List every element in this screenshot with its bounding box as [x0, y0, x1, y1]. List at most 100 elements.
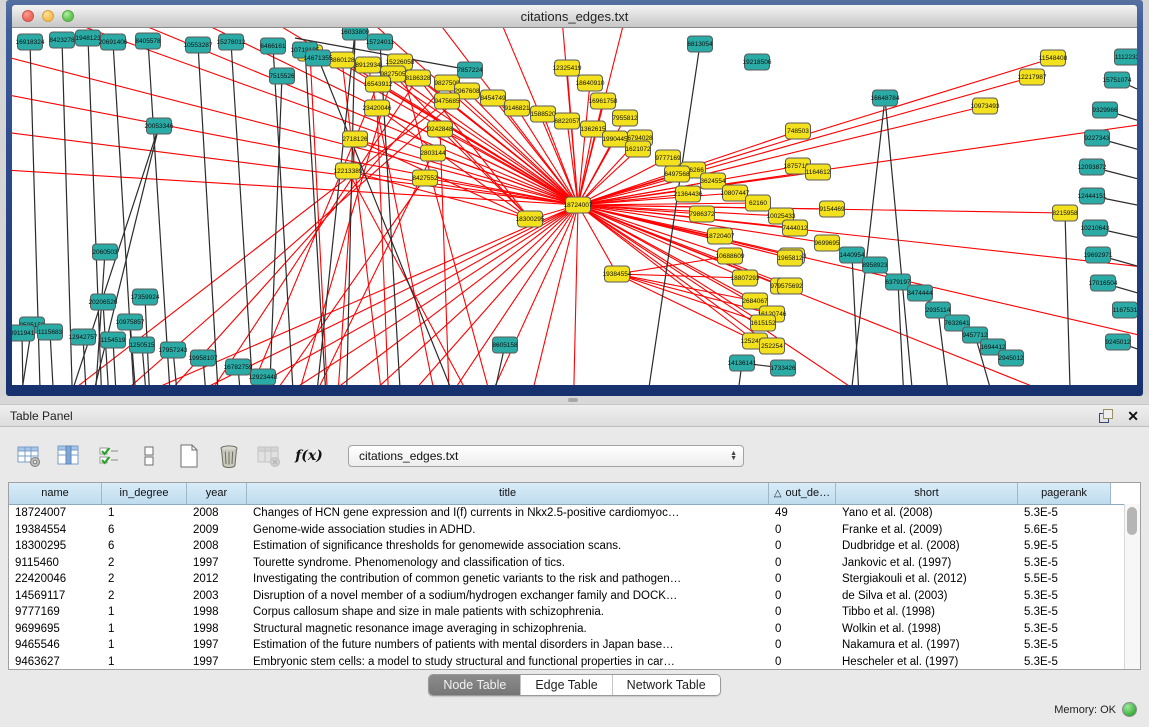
graph-node[interactable]: 2803144 — [420, 145, 446, 161]
table-cell[interactable]: Tourette syndrome. Phenomenology and cla… — [247, 555, 769, 572]
table-cell[interactable]: 1998 — [187, 604, 247, 621]
table-cell[interactable]: 0 — [769, 571, 836, 588]
column-visibility-button[interactable] — [94, 442, 124, 470]
table-cell[interactable]: 2 — [102, 588, 187, 605]
graph-node[interactable]: 12217987 — [1018, 69, 1047, 85]
scrollbar-thumb[interactable] — [1127, 507, 1137, 535]
graph-node[interactable]: 9329966 — [1092, 102, 1118, 118]
graph-node[interactable]: 9227343 — [1084, 130, 1110, 146]
table-cell[interactable]: 5.3E-5 — [1018, 604, 1111, 621]
table-cell[interactable]: 1997 — [187, 637, 247, 654]
table-cell[interactable]: 0 — [769, 637, 836, 654]
network-graph[interactable]: 1872400718300295193845547963822886012889… — [12, 28, 1137, 385]
table-cell[interactable]: 6 — [102, 538, 187, 555]
table-cell[interactable]: 9463627 — [9, 654, 102, 671]
graph-node[interactable]: 19384554 — [603, 266, 632, 282]
row-height-button[interactable] — [134, 442, 164, 470]
tab-network-table[interactable]: Network Table — [612, 675, 720, 695]
table-cell[interactable]: 2008 — [187, 538, 247, 555]
table-cell[interactable]: 1 — [102, 621, 187, 638]
graph-node[interactable]: 12444151 — [1078, 188, 1107, 204]
network-canvas[interactable]: 1872400718300295193845547963822886012889… — [12, 28, 1137, 385]
graph-node[interactable]: 2945012 — [998, 350, 1024, 366]
graph-node[interactable]: 6466161 — [260, 38, 286, 54]
graph-node[interactable]: 3624554 — [700, 173, 726, 189]
graph-node[interactable]: 1167531 — [1113, 302, 1138, 318]
table-cell[interactable]: Jankovic et al. (1997) — [836, 555, 1018, 572]
float-panel-icon[interactable] — [1099, 409, 1113, 422]
graph-node[interactable]: 1615152 — [750, 315, 776, 331]
graph-node[interactable]: 21364436 — [674, 186, 703, 202]
table-cell[interactable]: 18724007 — [9, 505, 102, 522]
table-cell[interactable]: 0 — [769, 588, 836, 605]
memory-indicator[interactable] — [1122, 702, 1137, 717]
table-cell[interactable]: Estimation of the future numbers of pati… — [247, 637, 769, 654]
graph-node[interactable]: 17016504 — [1089, 275, 1118, 291]
table-cell[interactable]: 2012 — [187, 571, 247, 588]
table-cell[interactable]: Embryonic stem cells: a model to study s… — [247, 654, 769, 671]
column-header-title[interactable]: title — [247, 483, 769, 504]
graph-node[interactable]: 19958107 — [189, 350, 218, 366]
graph-node[interactable]: 7444012 — [782, 220, 808, 236]
graph-node[interactable]: 1588520 — [530, 106, 556, 122]
graph-node[interactable]: 1621072 — [625, 141, 651, 157]
graph-node[interactable]: 9245012 — [1105, 334, 1131, 350]
table-row[interactable]: 946554611997Estimation of the future num… — [9, 637, 1140, 654]
graph-node[interactable]: 1948123 — [75, 30, 101, 46]
table-cell[interactable]: 2003 — [187, 588, 247, 605]
table-cell[interactable]: Structural magnetic resonance image aver… — [247, 621, 769, 638]
graph-node[interactable]: 18807293 — [731, 270, 760, 286]
graph-node[interactable]: 15278012 — [217, 34, 246, 50]
table-cell[interactable]: 5.3E-5 — [1018, 654, 1111, 671]
table-cell[interactable]: Tibbo et al. (1998) — [836, 604, 1018, 621]
graph-node[interactable]: 748503 — [786, 123, 811, 139]
table-cell[interactable]: 1997 — [187, 654, 247, 671]
graph-node[interactable]: 8605158 — [492, 337, 518, 353]
graph-node[interactable]: 12093872 — [1078, 159, 1107, 175]
graph-node[interactable]: 12923448 — [249, 369, 278, 385]
column-header-out-de-[interactable]: △out_de… — [769, 483, 836, 504]
graph-node[interactable]: 9475685 — [434, 93, 460, 109]
graph-node[interactable]: 10973493 — [971, 98, 1000, 114]
graph-node[interactable]: 3474444 — [907, 285, 933, 301]
graph-node[interactable]: 6813054 — [687, 36, 713, 52]
graph-node[interactable]: 15724011 — [366, 34, 395, 50]
graph-node[interactable]: 12942757 — [69, 329, 98, 345]
graph-node[interactable]: 19218506 — [743, 54, 772, 70]
graph-node[interactable]: 18300295 — [516, 211, 545, 227]
divider-grip[interactable] — [568, 398, 578, 402]
graph-node[interactable]: 23420046 — [363, 100, 392, 116]
select-columns-button[interactable] — [54, 442, 84, 470]
graph-node[interactable]: 19692971 — [1084, 247, 1113, 263]
table-cell[interactable]: 5.3E-5 — [1018, 588, 1111, 605]
graph-node[interactable]: 8215958 — [1052, 205, 1078, 221]
table-row[interactable]: 2242004622012Investigating the contribut… — [9, 571, 1140, 588]
table-cell[interactable]: 1 — [102, 654, 187, 671]
table-cell[interactable]: Genome-wide association studies in ADHD. — [247, 522, 769, 539]
table-cell[interactable]: Stergiakouli et al. (2012) — [836, 571, 1018, 588]
table-cell[interactable]: Investigating the contribution of common… — [247, 571, 769, 588]
graph-node[interactable]: 1115683 — [38, 324, 63, 340]
column-header-short[interactable]: short — [836, 483, 1018, 504]
table-cell[interactable]: Disruption of a novel member of a sodium… — [247, 588, 769, 605]
table-row[interactable]: 969969511998Structural magnetic resonanc… — [9, 621, 1140, 638]
graph-node[interactable]: 7955812 — [612, 110, 638, 126]
table-cell[interactable]: 5.3E-5 — [1018, 505, 1111, 522]
graph-node[interactable]: 2718126 — [342, 131, 368, 147]
graph-node[interactable]: 1440954 — [839, 247, 865, 263]
graph-node[interactable]: 20206526 — [89, 294, 118, 310]
table-cell[interactable]: 1 — [102, 637, 187, 654]
graph-node[interactable]: 9575692 — [777, 278, 803, 294]
table-row[interactable]: 911546021997Tourette syndrome. Phenomeno… — [9, 555, 1140, 572]
graph-node[interactable]: 6497568 — [664, 166, 690, 182]
graph-node[interactable]: 8405578 — [135, 33, 161, 49]
table-cell[interactable]: 0 — [769, 604, 836, 621]
graph-node[interactable]: 2060503 — [92, 244, 118, 260]
table-cell[interactable]: 9115460 — [9, 555, 102, 572]
close-panel-icon[interactable]: ✕ — [1127, 409, 1139, 423]
graph-node[interactable]: 8454749 — [480, 90, 506, 106]
graph-node[interactable]: 18724007 — [564, 197, 593, 213]
graph-node[interactable]: 18720407 — [706, 228, 735, 244]
table-cell[interactable]: 0 — [769, 654, 836, 671]
table-body[interactable]: 1872400712008Changes of HCN gene express… — [9, 505, 1140, 670]
